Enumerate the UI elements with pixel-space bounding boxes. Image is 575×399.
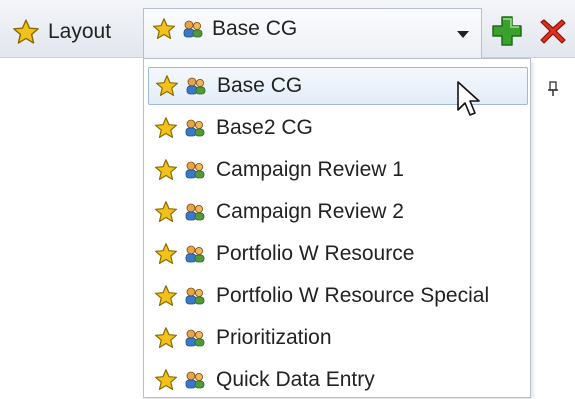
star-icon [154, 200, 178, 224]
view-selector[interactable]: Base CG [143, 8, 482, 58]
star-icon [154, 368, 178, 392]
list-item-label: Campaign Review 1 [216, 158, 404, 181]
list-item[interactable]: Campaign Review 1 [148, 151, 528, 189]
star-icon [154, 284, 178, 308]
list-item-label: Base CG [217, 74, 303, 97]
people-icon [184, 202, 206, 222]
people-icon [185, 76, 207, 96]
star-icon [12, 18, 40, 46]
people-icon [184, 370, 206, 390]
toolbar: Layout Base CG [0, 0, 575, 58]
layout-label: Layout [48, 20, 112, 43]
star-icon [154, 158, 178, 182]
people-icon [184, 328, 206, 348]
pin-icon[interactable] [546, 80, 560, 98]
list-item-label: Portfolio W Resource Special [216, 284, 490, 307]
list-item[interactable]: Portfolio W Resource Special [148, 277, 528, 315]
people-icon [184, 286, 206, 306]
layout-button[interactable]: Layout [12, 14, 111, 50]
star-icon [154, 116, 178, 140]
list-item-label: Portfolio W Resource [216, 242, 415, 265]
list-item-label: Quick Data Entry [216, 368, 375, 391]
star-icon [155, 74, 179, 98]
people-icon [184, 160, 206, 180]
star-icon [154, 326, 178, 350]
list-item-label: Campaign Review 2 [216, 200, 404, 223]
list-item[interactable]: Portfolio W Resource [148, 235, 528, 273]
people-icon [184, 244, 206, 264]
selected-view-label: Base CG [212, 17, 298, 40]
chevron-down-icon[interactable] [457, 31, 469, 38]
star-icon [154, 242, 178, 266]
mouse-cursor-icon [457, 81, 480, 116]
delete-icon[interactable] [538, 16, 568, 46]
list-item[interactable]: Prioritization [148, 319, 528, 357]
list-item-label: Base2 CG [216, 116, 313, 139]
list-item[interactable]: Campaign Review 2 [148, 193, 528, 231]
list-item-label: Prioritization [216, 326, 332, 349]
list-item[interactable]: Quick Data Entry [148, 361, 528, 399]
star-icon [152, 17, 176, 41]
add-icon[interactable] [490, 14, 524, 48]
people-icon [182, 19, 204, 39]
people-icon [184, 118, 206, 138]
